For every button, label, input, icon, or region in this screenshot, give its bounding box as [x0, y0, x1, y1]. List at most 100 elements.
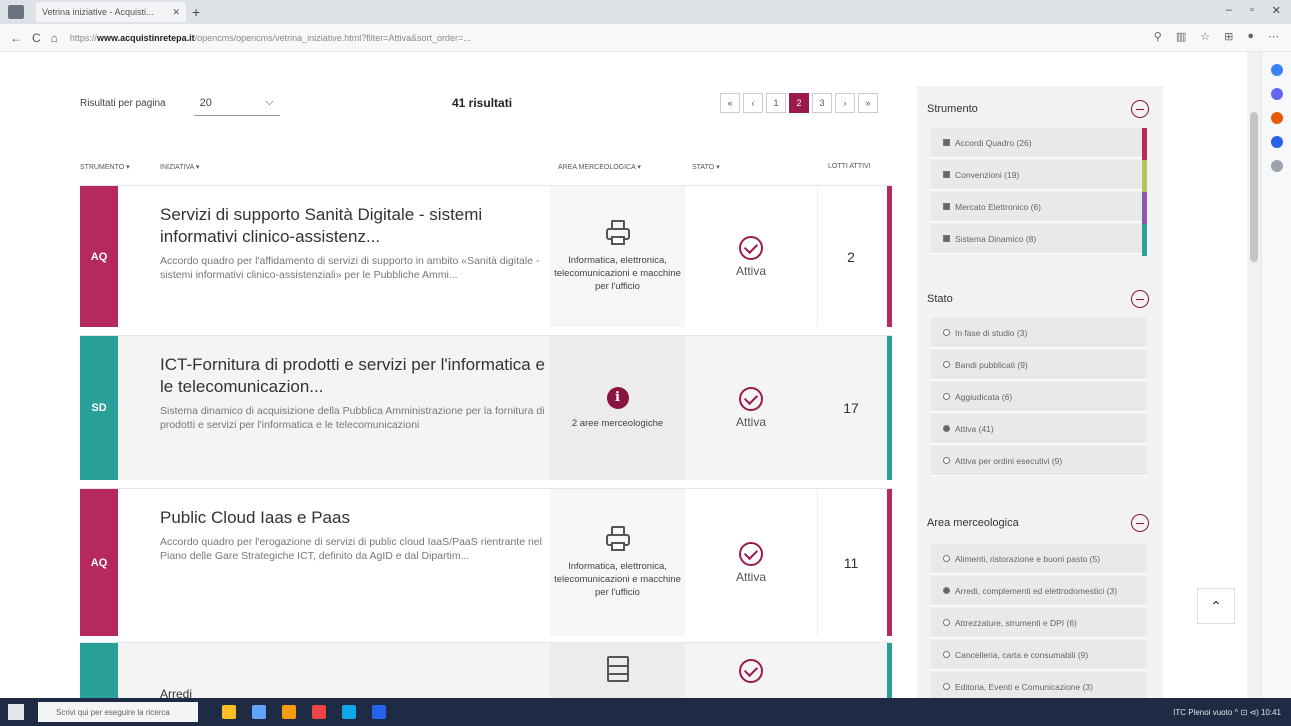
col-stato[interactable]: Stato ▾ — [692, 163, 720, 171]
filter-option[interactable]: Sistema Dinamico (8) — [931, 224, 1147, 254]
profile-icon[interactable]: ● — [1247, 30, 1254, 43]
taskview-icon[interactable] — [222, 705, 236, 719]
radio-icon[interactable] — [943, 393, 950, 400]
filter-option[interactable]: Cancelleria, carta e consumabili (9) — [931, 640, 1147, 670]
close-tab-icon[interactable]: ✕ — [172, 7, 180, 18]
filter-option[interactable]: Alimenti, ristorazione e buoni pasto (5) — [931, 544, 1147, 574]
window-menu-icon[interactable] — [8, 5, 24, 19]
filter-option[interactable]: Convenzioni (19) — [931, 160, 1147, 190]
initiative-title[interactable]: Arredi — [160, 683, 545, 698]
radio-icon[interactable] — [943, 457, 950, 464]
filter-option[interactable]: In fase di studio (3) — [931, 318, 1147, 348]
collapse-strumento-icon[interactable] — [1131, 100, 1149, 118]
home-button[interactable]: ⌂ — [51, 31, 58, 45]
status-cell: Attiva — [685, 336, 818, 480]
url-field[interactable]: https://www.acquistinretepa.it/opencms/o… — [70, 29, 990, 47]
zoom-icon[interactable]: ⚲ — [1154, 30, 1162, 43]
start-icon[interactable] — [8, 704, 24, 720]
add-sidebar-icon[interactable] — [1270, 160, 1283, 172]
office-icon[interactable] — [1270, 112, 1283, 124]
maximize-button[interactable]: ▫ — [1250, 4, 1254, 17]
initiative-title[interactable]: ICT-Fornitura di prodotti e servizi per … — [160, 354, 545, 398]
results-per-page-select[interactable]: 20 ⌵ — [193, 90, 280, 116]
new-tab-button[interactable]: + — [192, 4, 200, 20]
more-icon[interactable]: ⋯ — [1268, 30, 1279, 43]
page-button[interactable]: 3 — [812, 93, 832, 113]
checkbox-icon[interactable] — [943, 171, 950, 178]
initiative-title[interactable]: Public Cloud Iaas e Paas — [160, 507, 545, 529]
radio-icon[interactable] — [943, 619, 950, 626]
page-button[interactable]: › — [835, 93, 855, 113]
collapse-area-icon[interactable] — [1131, 514, 1149, 532]
results-per-page-label: Risultati per pagina — [80, 97, 166, 109]
filter-option-label: Attiva (41) — [955, 423, 994, 434]
scrollbar-thumb[interactable] — [1250, 112, 1258, 262]
edge-icon[interactable] — [342, 705, 356, 719]
reader-icon[interactable]: ▥ — [1176, 30, 1186, 43]
area-cell — [550, 643, 685, 698]
radio-icon[interactable] — [943, 651, 950, 658]
filter-option[interactable]: Aggiudicata (6) — [931, 382, 1147, 412]
chrome-icon[interactable] — [312, 705, 326, 719]
radio-icon[interactable] — [943, 361, 950, 368]
shopping-icon[interactable] — [1270, 88, 1283, 100]
pagination: «‹ 1 2 3 ›» — [720, 93, 878, 113]
outlook-icon[interactable] — [1270, 136, 1283, 148]
initiative-content: ICT-Fornitura di prodotti e servizi per … — [160, 354, 545, 432]
page-button[interactable]: ‹ — [743, 93, 763, 113]
folder-icon[interactable] — [282, 705, 296, 719]
active-lots-count: 11 — [843, 554, 859, 571]
favorites-icon[interactable]: ☆ — [1200, 30, 1210, 43]
status-label: Attiva — [735, 263, 766, 278]
filter-strumento-title: Strumento — [927, 103, 978, 115]
checkbox-icon[interactable] — [943, 203, 950, 210]
url-prefix: https:// — [69, 32, 97, 43]
checkbox-icon[interactable] — [943, 235, 950, 242]
search-sidebar-icon[interactable] — [1270, 64, 1283, 76]
filter-option-label: Mercato Elettronico (6) — [955, 201, 1041, 212]
filter-option[interactable]: Attrezzature, strumenti e DPI (6) — [931, 608, 1147, 638]
filter-option-label: Sistema Dinamico (8) — [955, 233, 1037, 244]
info-icon[interactable]: i — [606, 386, 629, 409]
taskbar-search[interactable]: Scrivi qui per eseguire la ricerca — [38, 702, 198, 722]
explorer-icon[interactable] — [252, 705, 266, 719]
filter-option[interactable]: Attiva (41) — [931, 414, 1147, 444]
reload-button[interactable]: C — [32, 31, 41, 45]
table-row[interactable]: SD ICT-Fornitura di prodotti e servizi pe… — [80, 335, 892, 480]
word-icon[interactable] — [372, 705, 386, 719]
browser-tab[interactable]: Vetrina iniziative - Acquisti... ✕ — [36, 2, 186, 22]
col-iniziativa[interactable]: Iniziativa ▾ — [160, 163, 199, 171]
table-row[interactable]: AQ Servizi di supporto Sanità Digitale - … — [80, 185, 892, 327]
col-area[interactable]: Area merceologica ▾ — [558, 163, 641, 171]
page-button[interactable]: 1 — [766, 93, 786, 113]
tab-title: Vetrina iniziative - Acquisti... — [42, 7, 154, 17]
page-button[interactable]: » — [858, 93, 878, 113]
page-button[interactable]: « — [720, 93, 740, 113]
radio-icon[interactable] — [943, 425, 950, 432]
filter-option[interactable]: Editoria, Eventi e Comunicazione (3) — [931, 672, 1147, 698]
col-strumento[interactable]: Strumento ▾ — [80, 163, 130, 171]
filter-option[interactable]: Bandi pubblicati (9) — [931, 350, 1147, 380]
filter-option[interactable]: Accordi Quadro (26) — [931, 128, 1147, 158]
filter-option[interactable]: Arredi, complementi ed elettrodomestici … — [931, 576, 1147, 606]
filter-option[interactable]: Attiva per ordini esecutivi (9) — [931, 446, 1147, 476]
close-window-button[interactable]: ✕ — [1272, 4, 1281, 17]
area-label: Informatica, elettronica, telecomunicazi… — [554, 255, 681, 292]
collapse-stato-icon[interactable] — [1131, 290, 1149, 308]
page-button[interactable]: 2 — [789, 93, 809, 113]
radio-icon[interactable] — [943, 683, 950, 690]
table-row[interactable]: Arredi — [80, 642, 892, 698]
radio-icon[interactable] — [943, 587, 950, 594]
back-button[interactable]: ← — [10, 31, 22, 45]
minimize-button[interactable]: – — [1226, 4, 1232, 17]
table-row[interactable]: AQ Public Cloud Iaas e Paas Accordo quadro… — [80, 488, 892, 636]
radio-icon[interactable] — [943, 555, 950, 562]
col-lotti: Lotti attivi — [828, 163, 871, 170]
back-to-top-button[interactable]: ⌃ — [1197, 588, 1235, 624]
radio-icon[interactable] — [943, 329, 950, 336]
filter-option[interactable]: Mercato Elettronico (6) — [931, 192, 1147, 222]
collections-icon[interactable]: ⊞ — [1224, 30, 1233, 43]
page-scrollbar[interactable] — [1247, 52, 1261, 698]
initiative-title[interactable]: Servizi di supporto Sanità Digitale - si… — [160, 204, 545, 248]
checkbox-icon[interactable] — [943, 139, 950, 146]
